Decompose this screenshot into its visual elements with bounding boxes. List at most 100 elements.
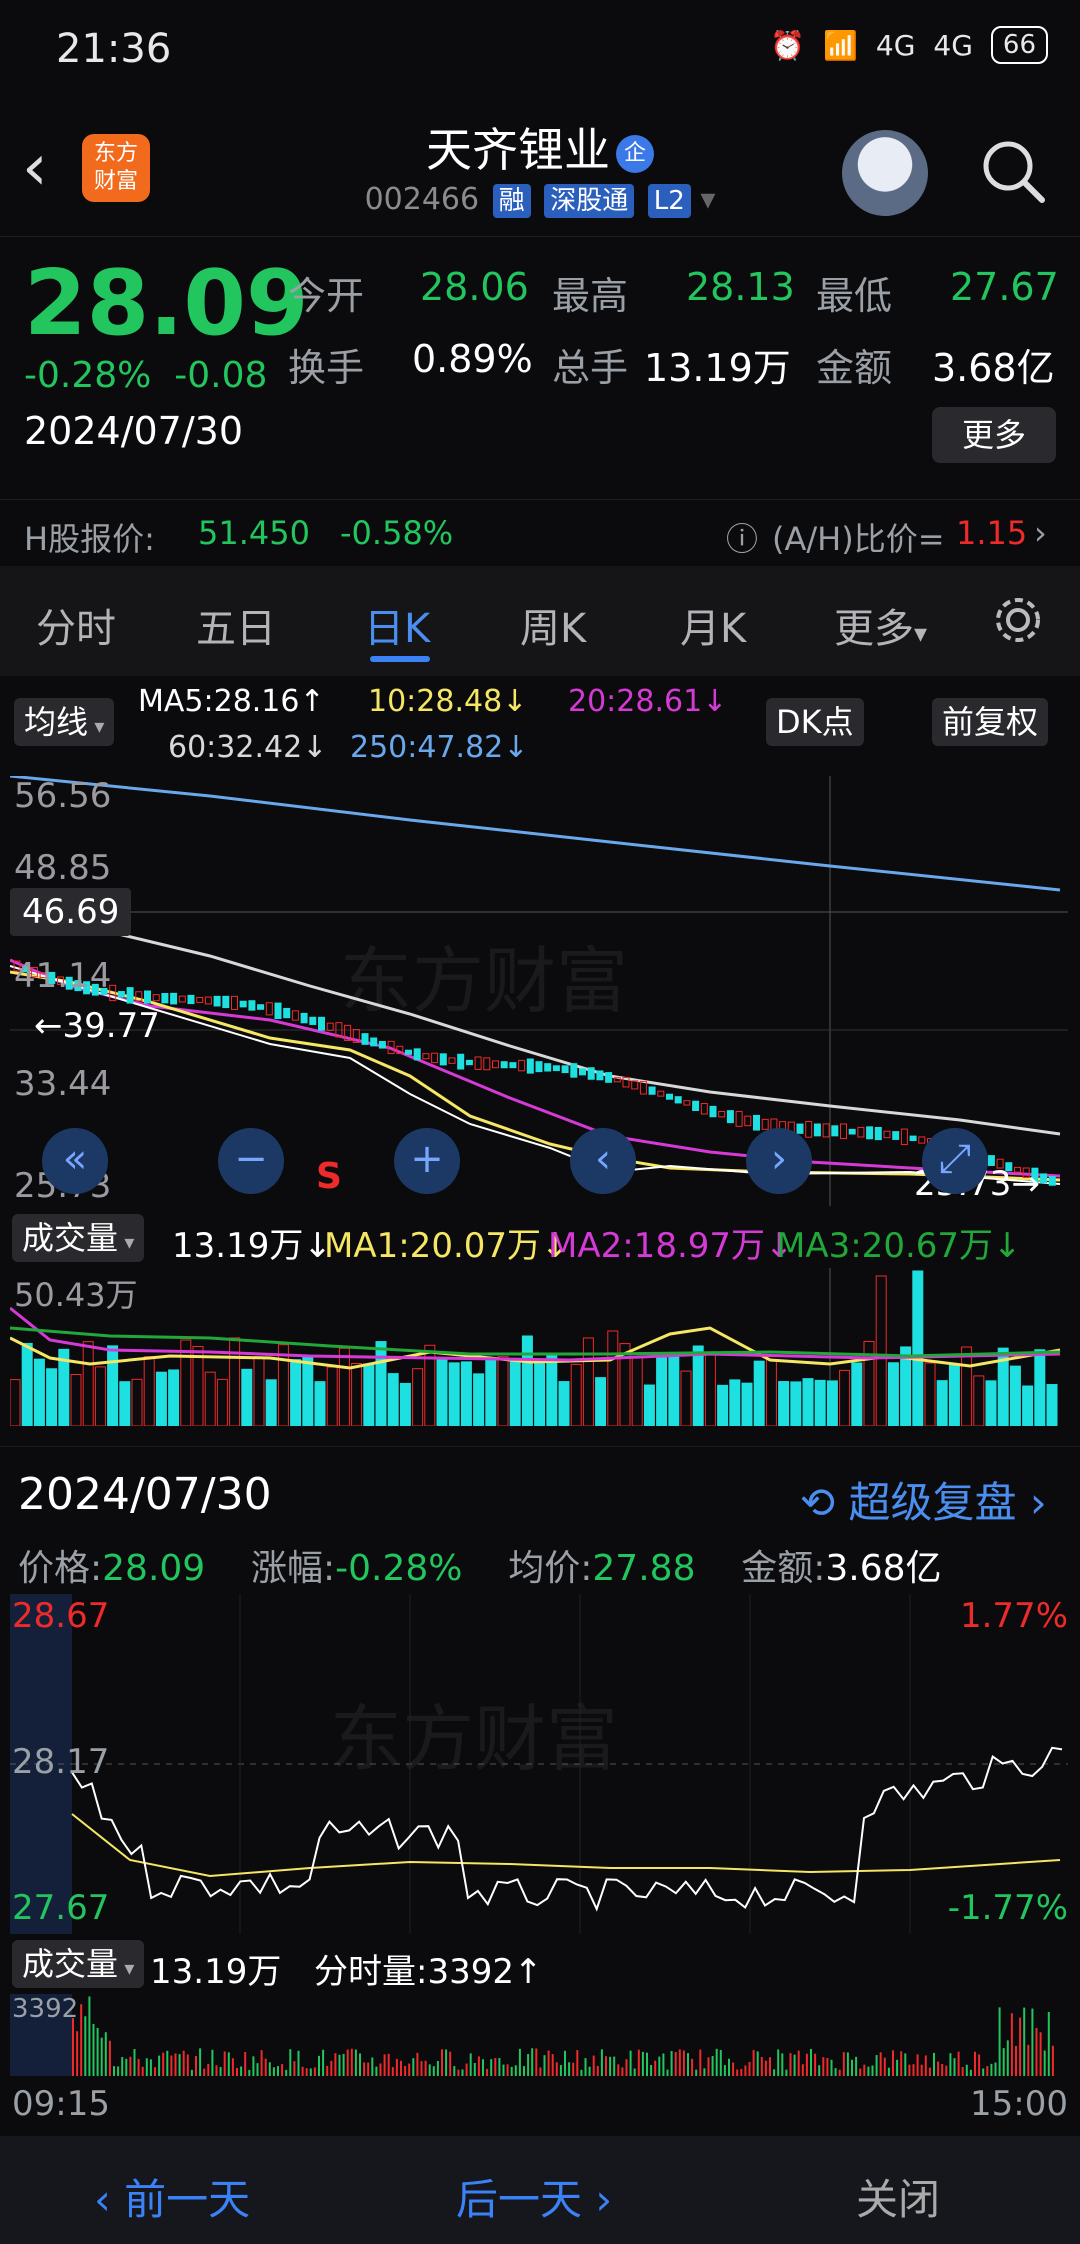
candle	[378, 1040, 386, 1049]
intraday-volume-bar	[855, 2056, 858, 2076]
intraday-volume-bar	[887, 2067, 890, 2076]
intraday-volume-bar	[531, 2048, 534, 2076]
intraday-volume-bar	[974, 2051, 976, 2076]
sell-signal: S	[316, 1156, 342, 1197]
stock-name: 天齐锂业	[426, 123, 610, 177]
intraday-volume-bar	[457, 2069, 460, 2076]
wifi-icon: 📶	[823, 28, 858, 62]
intraday-volume-bar	[133, 2049, 136, 2076]
close-button[interactable]: 关闭	[856, 2166, 940, 2227]
intraday-volume-bar	[334, 2053, 337, 2076]
intraday-volume-bar	[305, 2068, 308, 2076]
intraday-volume-bar	[756, 2051, 759, 2076]
intraday-volume-bar	[949, 2053, 952, 2076]
intraday-volume-bar	[1035, 2028, 1038, 2076]
intraday-volume-bar	[736, 2069, 739, 2076]
more-button[interactable]: 更多	[932, 407, 1056, 463]
intraday-volume-bar	[322, 2049, 325, 2076]
intraday-volume-bar	[719, 2050, 722, 2076]
intraday-volume-bar	[424, 2060, 427, 2076]
scroll-left-fast-icon[interactable]: «	[42, 1128, 108, 1194]
candle	[318, 1016, 325, 1031]
intraday-volume-bar	[338, 2054, 341, 2076]
tab-weekly-k[interactable]: 周K	[520, 596, 586, 654]
tab-more[interactable]: 更多▾	[834, 596, 927, 654]
caret-down-icon: ▾	[914, 619, 928, 649]
candle	[526, 1058, 534, 1074]
candle	[239, 1000, 247, 1008]
review-price: 28.09	[102, 1548, 206, 1589]
intraday-volume-bar	[834, 2068, 837, 2076]
intraday-volume-bar	[227, 2052, 230, 2076]
intraday-volume-chart[interactable]: 3392	[10, 1994, 1068, 2076]
candle	[848, 1128, 856, 1135]
volume-bar	[168, 1369, 180, 1427]
assistant-robot-icon[interactable]	[842, 130, 928, 216]
candle	[605, 1072, 613, 1083]
stock-code: 002466	[364, 182, 480, 217]
intraday-volume-bar	[330, 2060, 333, 2076]
intraday-volume-selector[interactable]: 成交量 ▾	[12, 1940, 145, 1988]
intraday-tick-volume: 分时量:3392↑	[314, 1952, 543, 1992]
intraday-volume-bar	[769, 2057, 771, 2076]
intraday-volume-bar	[195, 2055, 197, 2076]
volume-bar	[656, 1354, 668, 1427]
fullscreen-icon[interactable]: ⤢	[922, 1128, 988, 1194]
intraday-volume-bar	[969, 2069, 972, 2076]
intraday-volume-bar	[1047, 2011, 1050, 2076]
tab-daily-k[interactable]: 日K	[364, 596, 430, 654]
candle	[170, 992, 178, 1005]
prev-day-button[interactable]: ‹ 前一天	[94, 2166, 250, 2227]
intraday-volume-bar	[395, 2058, 398, 2076]
intraday-volume-bar	[129, 2056, 132, 2076]
tab-five-day[interactable]: 五日	[196, 596, 276, 654]
candle	[587, 1067, 595, 1080]
intraday-volume-bar	[256, 2063, 259, 2076]
battery-indicator: 66	[990, 26, 1048, 64]
super-review-label: 超级复盘	[848, 1478, 1017, 1527]
tab-monthly-k[interactable]: 月K	[680, 596, 746, 654]
h-share-row[interactable]: H股报价: 51.450 -0.58% ⓘ (A/H)比价= 1.15 ›	[0, 499, 1080, 568]
intraday-volume-bar	[916, 2054, 919, 2076]
dk-point-button[interactable]: DK点	[766, 698, 864, 746]
candle	[300, 1012, 308, 1024]
candle	[405, 1049, 412, 1055]
intraday-volume-total: 13.19万	[150, 1952, 282, 1992]
ma-legend: 均线 ▾ MA5:28.16↑ 10:28.48↓ 20:28.61↓ 60:3…	[0, 676, 1080, 776]
ma-selector[interactable]: 均线 ▾	[14, 698, 115, 746]
zoom-in-icon[interactable]: +	[394, 1128, 460, 1194]
intraday-volume-bar	[498, 2058, 501, 2076]
intraday-volume-bar	[650, 2064, 653, 2076]
intraday-volume-max: 3392	[12, 1994, 79, 2024]
volume-bar	[1034, 1349, 1046, 1427]
scroll-right-icon[interactable]: ›	[746, 1128, 812, 1194]
candle	[1040, 1173, 1048, 1184]
volume-bar	[790, 1381, 802, 1427]
intraday-volume-bar	[961, 2067, 964, 2076]
signal-2-label: 4G	[933, 28, 973, 62]
volume-chart[interactable]: 50.43万	[9, 1268, 1068, 1427]
intraday-volume-bar	[875, 2055, 878, 2076]
zoom-out-icon[interactable]: −	[218, 1128, 284, 1194]
intraday-volume-bar	[883, 2057, 886, 2076]
intraday-volume-bar	[535, 2048, 538, 2076]
intraday-volume-bar	[1023, 2007, 1026, 2076]
scroll-left-icon[interactable]: ‹	[570, 1128, 636, 1194]
search-icon[interactable]	[978, 136, 1048, 206]
intraday-volume-bar	[342, 2053, 345, 2076]
candle	[509, 1062, 517, 1069]
help-icon[interactable]: ⓘ	[726, 514, 758, 560]
volume-selector[interactable]: 成交量 ▾	[12, 1214, 145, 1262]
kline-chart[interactable]: 东方财富 56.56 48.85 41.14 33.44 25.73 46.69…	[9, 774, 1068, 1206]
settings-gear-icon[interactable]	[990, 592, 1046, 648]
intraday-volume-bar	[264, 2058, 267, 2076]
tab-intraday[interactable]: 分时	[36, 596, 116, 654]
adjust-button[interactable]: 前复权	[932, 698, 1049, 746]
next-day-button[interactable]: 后一天 ›	[456, 2166, 612, 2227]
super-review-link[interactable]: ⟲ 超级复盘 ›	[800, 1469, 1047, 1530]
intraday-volume-bar	[260, 2050, 263, 2076]
intraday-bottom-left: 27.67	[12, 1888, 110, 1928]
volume-bar	[717, 1384, 729, 1427]
intraday-chart[interactable]: 东方财富 28.67 28.17 27.67 1.77% -1.77%	[10, 1594, 1068, 1934]
intraday-volume-bar	[318, 2055, 320, 2076]
